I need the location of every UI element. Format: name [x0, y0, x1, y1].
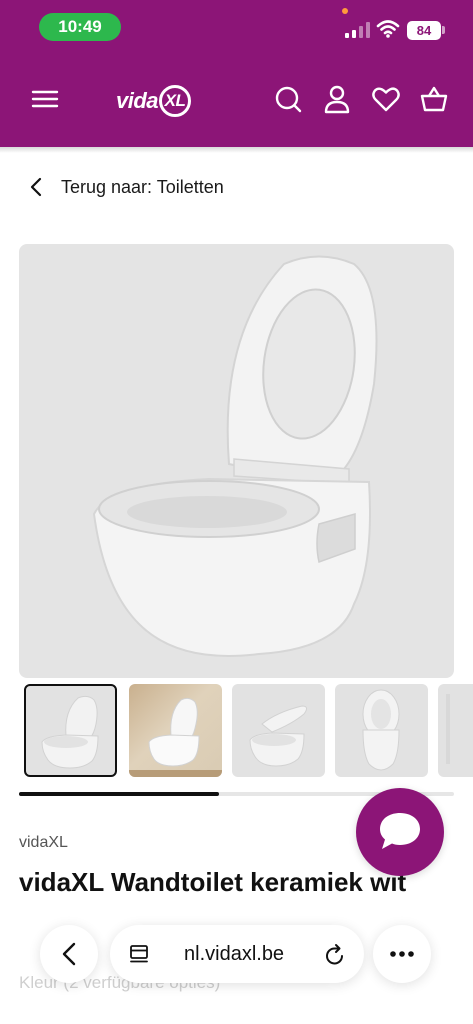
cellular-signal-icon: [345, 22, 370, 38]
browser-back-button[interactable]: [40, 925, 98, 983]
wishlist-icon[interactable]: [371, 84, 401, 114]
thumbnail-image: [362, 689, 400, 771]
browser-address-bar[interactable]: nl.vidaxl.be: [110, 925, 364, 983]
gallery-scroll-thumb: [19, 792, 220, 796]
cart-icon[interactable]: [419, 84, 449, 114]
breadcrumb[interactable]: Terug naar: Toiletten: [28, 175, 224, 199]
product-main-image[interactable]: [19, 244, 454, 678]
chat-button[interactable]: [356, 788, 444, 876]
privacy-indicator-dot: [342, 8, 348, 14]
account-icon[interactable]: [322, 84, 352, 114]
status-bar: 10:49 84: [0, 0, 473, 54]
reader-icon[interactable]: [128, 944, 150, 966]
product-title: vidaXL Wandtoilet keramiek wit: [19, 867, 407, 897]
header-shadow: [0, 147, 473, 153]
thumbnail-5[interactable]: [438, 684, 473, 777]
thumbnail-image: [41, 695, 99, 769]
battery-tip: [442, 26, 445, 34]
thumbnail-image: [129, 697, 222, 777]
more-icon: [390, 951, 414, 957]
thumbnail-1[interactable]: [24, 684, 117, 777]
chat-icon: [380, 813, 420, 849]
chevron-left-icon: [30, 177, 42, 197]
status-time: 10:49: [39, 13, 121, 41]
browser-url: nl.vidaxl.be: [184, 943, 285, 965]
menu-icon[interactable]: [30, 84, 60, 114]
reload-icon[interactable]: [324, 943, 346, 967]
toilet-illustration: [92, 255, 378, 657]
logo-xl-badge: XL: [159, 85, 192, 117]
search-icon[interactable]: [273, 84, 303, 114]
thumbnail-4[interactable]: [335, 684, 428, 777]
browser-more-button[interactable]: [373, 925, 431, 983]
wifi-icon: [376, 20, 400, 38]
chevron-left-icon: [62, 942, 76, 966]
battery-indicator: 84: [407, 21, 441, 40]
site-header: vida XL: [0, 54, 473, 147]
top-bar: 10:49 84 vida XL: [0, 0, 473, 147]
thumbnail-image: [446, 694, 450, 764]
thumbnail-image: [249, 705, 308, 767]
thumbnail-2[interactable]: [129, 684, 222, 777]
breadcrumb-label: Terug naar: Toiletten: [61, 176, 224, 197]
logo-text: vida: [116, 88, 159, 113]
thumbnail-3[interactable]: [232, 684, 325, 777]
vidaxl-logo[interactable]: vida XL: [116, 84, 192, 118]
thumbnail-strip: [24, 684, 473, 777]
product-brand[interactable]: vidaXL: [19, 834, 68, 852]
